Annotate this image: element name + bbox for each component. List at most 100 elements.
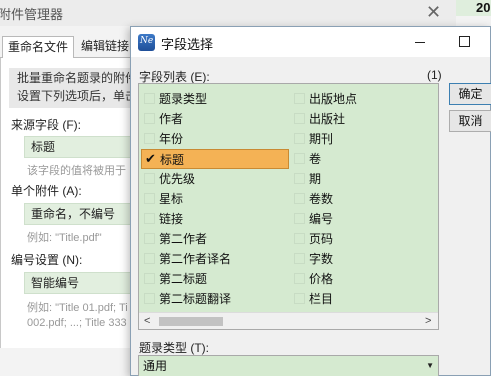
background-window-title: 附件管理器	[0, 7, 64, 22]
field-item-label: 卷	[309, 152, 322, 166]
minimize-icon[interactable]	[415, 42, 425, 43]
field-item[interactable]: 编号	[291, 209, 431, 229]
field-checkbox[interactable]	[294, 193, 305, 204]
field-item[interactable]: 出版地点	[291, 89, 431, 109]
numbering-example-1: 例如: "Title 01.pdf; Ti	[27, 302, 128, 314]
field-checkbox[interactable]	[294, 293, 305, 304]
field-item[interactable]: 页码	[291, 229, 431, 249]
record-type-select[interactable]: 通用 ▼	[138, 355, 439, 376]
field-checkbox[interactable]	[144, 253, 155, 264]
numbering-select[interactable]: 智能编号	[24, 272, 134, 294]
field-checkbox[interactable]	[144, 293, 155, 304]
field-item[interactable]: 期	[291, 169, 431, 189]
corner-text: 20	[456, 0, 491, 16]
field-checkbox[interactable]	[294, 273, 305, 284]
record-type-value: 通用	[143, 359, 168, 373]
field-item-label: 卷数	[309, 192, 334, 206]
source-field-hint: 该字段的值将被用于	[27, 165, 126, 177]
field-list[interactable]: 题录类型作者年份 ✔ 标题优先级星标链接第二作者 第二作者译名 第二标题第二标题翻译 出…	[138, 83, 439, 330]
dropdown-arrow-icon[interactable]: ▼	[426, 356, 434, 376]
ok-button[interactable]: 确定	[449, 83, 491, 105]
field-item-label: 题录类型	[159, 92, 208, 106]
field-item[interactable]: 卷	[291, 149, 431, 169]
field-item[interactable]: 题录类型	[141, 89, 289, 109]
field-checkbox[interactable]	[144, 233, 155, 244]
field-checkbox[interactable]	[144, 173, 155, 184]
background-tabbar: 重命名文件 编辑链接	[0, 36, 130, 59]
field-item-label: 优先级	[159, 172, 196, 186]
field-checkbox[interactable]	[144, 113, 155, 124]
field-item[interactable]: 第二作者	[141, 229, 289, 249]
selected-count: (1)	[427, 68, 442, 82]
field-item-label: 编号	[309, 212, 334, 226]
field-item[interactable]: 星标	[141, 189, 289, 209]
field-item-label: 年份	[159, 132, 184, 146]
app-logo-text: Ne	[140, 36, 154, 46]
field-item[interactable]: ✔ 标题	[141, 149, 289, 169]
close-icon[interactable]: ✕	[426, 1, 441, 23]
tab-edit-links[interactable]: 编辑链接	[76, 36, 134, 59]
scrollbar-thumb[interactable]	[159, 317, 223, 326]
field-item[interactable]: 出版社	[291, 109, 431, 129]
field-item-label: 字数	[309, 252, 334, 266]
field-item[interactable]: 期刊	[291, 129, 431, 149]
field-item[interactable]: 价格	[291, 269, 431, 289]
field-item[interactable]: 第二作者译名	[141, 249, 289, 269]
field-checkbox[interactable]	[294, 93, 305, 104]
numbering-example-2: 002.pdf; ...; Title 333	[27, 317, 127, 329]
field-item[interactable]: 卷数	[291, 189, 431, 209]
field-item-label: 价格	[309, 272, 334, 286]
info-line-1: 批量重命名题录的附件	[17, 71, 135, 85]
scroll-left-icon[interactable]: <	[144, 313, 150, 329]
field-item[interactable]: 链接	[141, 209, 289, 229]
field-item[interactable]: 字数	[291, 249, 431, 269]
field-checkbox[interactable]	[294, 233, 305, 244]
field-checkbox[interactable]	[144, 273, 155, 284]
field-item[interactable]: 第二标题	[141, 269, 289, 289]
field-checkbox[interactable]	[144, 93, 155, 104]
field-item-label: 链接	[159, 212, 184, 226]
field-checkbox[interactable]	[144, 133, 155, 144]
field-item-label: 栏目	[309, 292, 334, 306]
field-checkbox[interactable]	[294, 173, 305, 184]
single-attachment-example: 例如: "Title.pdf"	[27, 232, 102, 244]
field-item[interactable]: 栏目	[291, 289, 431, 309]
field-item-label: 作者	[159, 112, 184, 126]
field-checkbox[interactable]	[294, 253, 305, 264]
field-checkbox[interactable]	[294, 133, 305, 144]
dialog-titlebar: Ne 字段选择	[131, 27, 490, 57]
maximize-icon[interactable]	[459, 36, 470, 47]
field-selection-dialog: Ne 字段选择 字段列表 (E): (1) 题录类型 作者 年份 ✔ 标题 优先级 星标 链接…	[130, 26, 491, 376]
field-checkbox[interactable]: ✔	[145, 151, 156, 166]
single-attachment-select[interactable]: 重命名，不编号	[24, 203, 134, 225]
field-item[interactable]: 年份	[141, 129, 289, 149]
checkmark-icon: ✔	[145, 151, 156, 166]
field-checkbox[interactable]	[294, 113, 305, 124]
field-checkbox[interactable]	[144, 193, 155, 204]
field-item[interactable]: 第二标题翻译	[141, 289, 289, 309]
info-box: 批量重命名题录的附件 设置下列选项后，单击	[9, 68, 135, 108]
numbering-label: 编号设置 (N):	[11, 253, 83, 267]
rename-panel: 批量重命名题录的附件 设置下列选项后，单击 来源字段 (F): 标题 该字段的值…	[0, 58, 135, 348]
scroll-right-icon[interactable]: >	[425, 313, 431, 329]
field-checkbox[interactable]	[294, 153, 305, 164]
field-item-label: 页码	[309, 232, 334, 246]
dialog-title: 字段选择	[161, 37, 214, 52]
source-field-label: 来源字段 (F):	[11, 118, 81, 132]
field-item-label: 第二标题翻译	[159, 292, 232, 306]
field-item-label: 期	[309, 172, 322, 186]
app-logo-icon: Ne	[138, 34, 155, 51]
field-item[interactable]: 作者	[141, 109, 289, 129]
field-item[interactable]: 优先级	[141, 169, 289, 189]
source-field-select[interactable]: 标题	[24, 136, 134, 158]
tab-rename-files[interactable]: 重命名文件	[2, 36, 75, 59]
info-line-2: 设置下列选项后，单击	[17, 89, 135, 103]
field-item-label: 出版地点	[309, 92, 358, 106]
record-type-label: 题录类型 (T):	[139, 341, 209, 355]
field-item-label: 星标	[159, 192, 184, 206]
field-checkbox[interactable]	[144, 213, 155, 224]
cancel-button[interactable]: 取消	[449, 110, 491, 132]
single-attachment-label: 单个附件 (A):	[11, 184, 82, 198]
horizontal-scrollbar[interactable]: < >	[139, 312, 438, 329]
field-checkbox[interactable]	[294, 213, 305, 224]
